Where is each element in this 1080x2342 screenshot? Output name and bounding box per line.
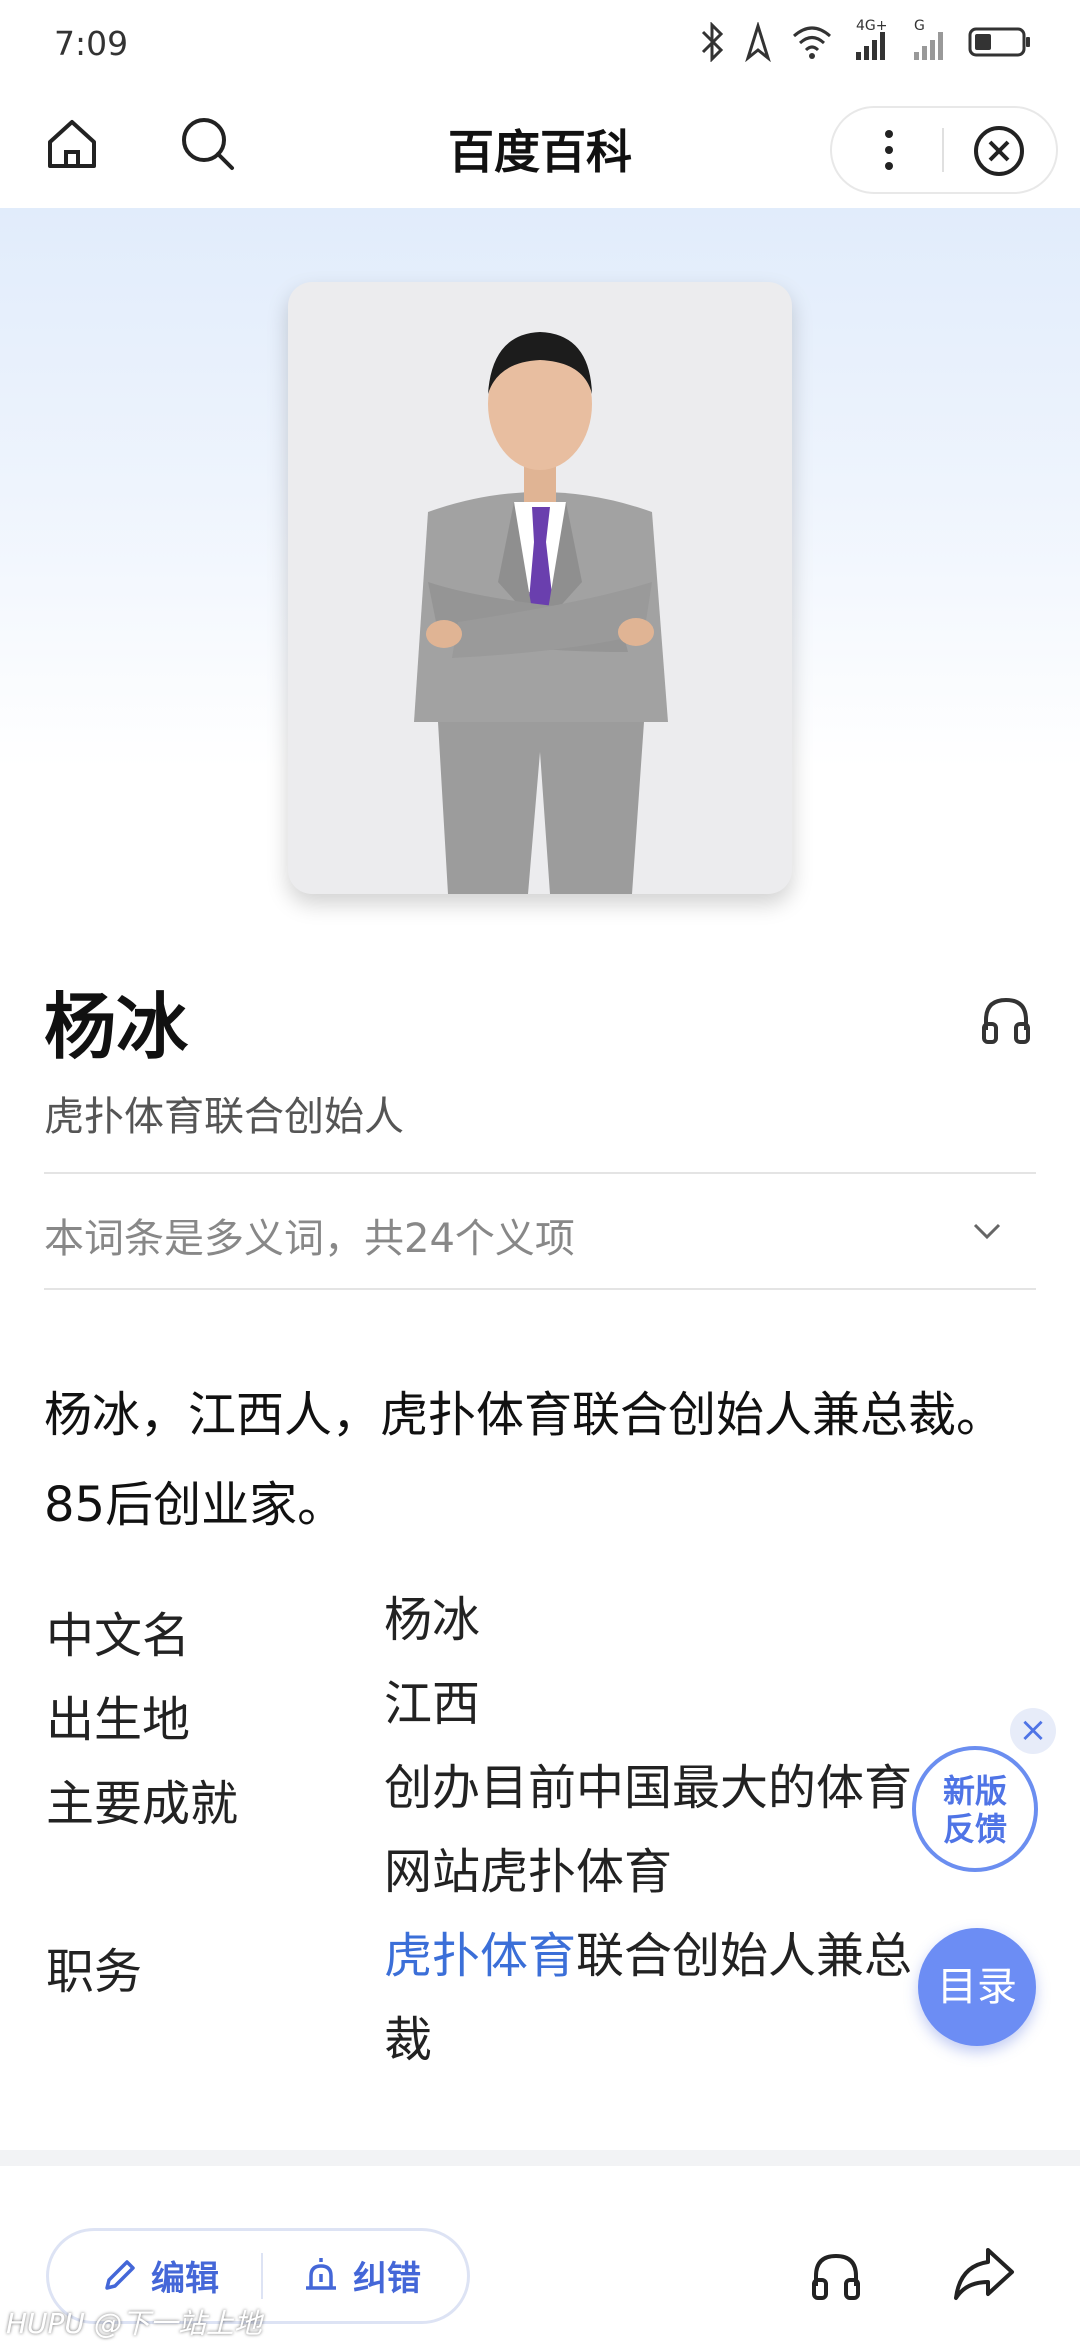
feedback-close-button[interactable]: × bbox=[1010, 1708, 1056, 1754]
section-gap bbox=[0, 2150, 1080, 2166]
share-icon[interactable] bbox=[952, 2244, 1016, 2304]
more-icon[interactable] bbox=[880, 126, 898, 174]
edit-button[interactable]: 编辑 bbox=[99, 2251, 219, 2300]
battery-icon bbox=[968, 27, 1030, 57]
info-key-position: 职务 bbox=[46, 1944, 143, 2000]
watermark: HUPU @下一站上地 bbox=[6, 2307, 262, 2340]
wifi-icon bbox=[793, 26, 831, 59]
toc-button[interactable]: 目录 bbox=[918, 1928, 1036, 2046]
capsule-divider bbox=[942, 128, 944, 172]
status-time: 7:09 bbox=[54, 24, 129, 63]
mini-program-capsule bbox=[830, 106, 1058, 194]
entry-intro: 杨冰，江西人，虎扑体育联合创始人兼总裁。85后创业家。 bbox=[44, 1387, 1005, 1533]
signal-g-icon: G bbox=[910, 18, 950, 62]
polysemy-text[interactable]: 本词条是多义词，共24个义项 bbox=[44, 1206, 575, 1264]
feedback-label-line2: 反馈 bbox=[942, 1810, 1007, 1848]
feedback-button[interactable]: 新版 反馈 bbox=[912, 1746, 1038, 1872]
divider-bottom bbox=[44, 1288, 1036, 1290]
location-icon bbox=[745, 22, 771, 62]
bluetooth-icon bbox=[701, 22, 724, 62]
correct-button[interactable]: 纠错 bbox=[301, 2251, 421, 2300]
entry-title: 杨冰 bbox=[44, 985, 189, 1069]
feedback-label-line1: 新版 bbox=[942, 1772, 1007, 1810]
correct-label: 纠错 bbox=[353, 2259, 421, 2299]
divider-top bbox=[44, 1172, 1036, 1174]
signal-4g-icon: 4G+ bbox=[852, 18, 892, 62]
info-value-name: 杨冰 bbox=[384, 1592, 481, 1648]
info-value-achievement: 创办目前中国最大的体育网站虎扑体育 bbox=[384, 1760, 913, 1900]
alarm-icon bbox=[306, 2257, 336, 2290]
status-icons: 4G+ G bbox=[700, 18, 1032, 62]
person-photo[interactable] bbox=[288, 282, 792, 894]
edit-label: 编辑 bbox=[151, 2259, 219, 2299]
pill-divider bbox=[261, 2253, 263, 2299]
entry-subtitle: 虎扑体育联合创始人 bbox=[44, 1094, 404, 1140]
info-value-position: 虎扑体育联合创始人兼总裁 bbox=[384, 1914, 944, 2082]
info-key-achievement: 主要成就 bbox=[46, 1776, 239, 1832]
person-figure bbox=[414, 332, 668, 894]
pencil-icon bbox=[105, 2259, 135, 2290]
info-value-birthplace: 江西 bbox=[384, 1676, 481, 1732]
info-key-birthplace: 出生地 bbox=[46, 1692, 191, 1748]
headphones-icon-bottom[interactable] bbox=[808, 2248, 864, 2304]
info-key-name: 中文名 bbox=[46, 1608, 191, 1664]
top-nav: 百度百科 bbox=[0, 96, 1080, 209]
close-icon[interactable] bbox=[972, 124, 1026, 178]
headphones-icon[interactable] bbox=[978, 992, 1034, 1048]
hupu-link[interactable]: 虎扑体育 bbox=[384, 1928, 576, 1984]
chevron-down-icon[interactable] bbox=[970, 1214, 1004, 1248]
